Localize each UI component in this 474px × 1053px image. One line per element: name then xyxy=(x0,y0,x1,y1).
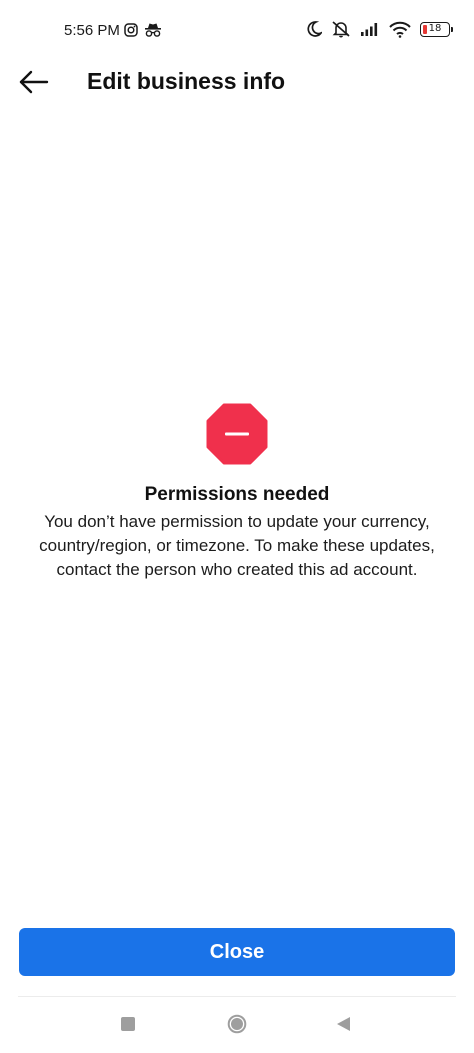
recents-icon[interactable] xyxy=(121,1017,135,1031)
instagram-icon xyxy=(124,23,138,37)
status-bar: 5:56 PM 18 xyxy=(0,0,474,62)
status-icons: 18 xyxy=(306,20,453,38)
moon-icon xyxy=(307,21,322,37)
back-icon[interactable] xyxy=(335,1016,351,1032)
home-icon[interactable] xyxy=(227,1014,247,1034)
permissions-body: You don’t have permission to update your… xyxy=(39,512,435,579)
signal-icon xyxy=(361,23,378,36)
stop-icon xyxy=(206,403,268,465)
divider xyxy=(18,996,456,997)
battery-cap xyxy=(451,26,453,32)
app-header: Edit business info xyxy=(0,62,474,102)
status-time: 5:56 PM xyxy=(64,22,120,39)
battery-level: 18 xyxy=(428,22,442,34)
battery-icon: 18 xyxy=(420,21,453,37)
page-title: Edit business info xyxy=(87,68,286,94)
incognito-icon xyxy=(145,23,161,37)
permissions-title: Permissions needed xyxy=(144,484,330,505)
wifi-icon xyxy=(389,21,411,38)
arrow-left-icon[interactable] xyxy=(18,66,50,98)
mute-icon xyxy=(332,21,350,38)
close-button[interactable]: Close xyxy=(19,928,455,976)
